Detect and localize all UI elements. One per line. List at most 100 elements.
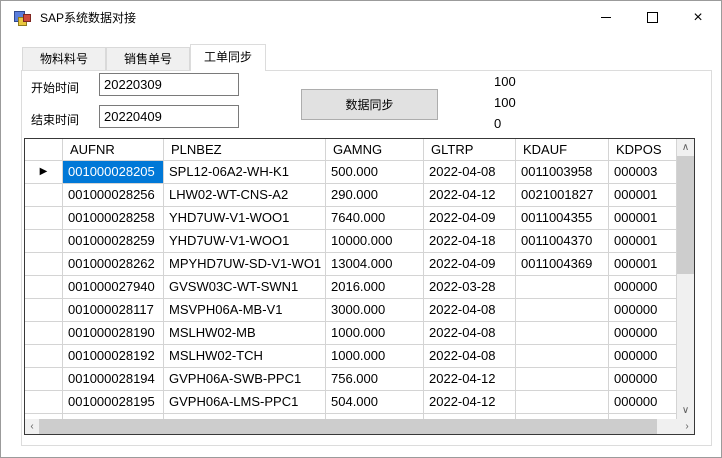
cell-kdpos[interactable]: 000000 — [609, 299, 677, 322]
cell-gamng[interactable]: 13004.000 — [326, 253, 424, 276]
maximize-button[interactable] — [629, 2, 675, 33]
cell-gamng[interactable]: 756.000 — [326, 368, 424, 391]
cell-kdauf[interactable]: 0011004369 — [516, 253, 609, 276]
tab-material-number[interactable]: 物料料号 — [22, 47, 106, 70]
cell-kdauf[interactable] — [516, 276, 609, 299]
row-header[interactable] — [25, 368, 63, 391]
cell-aufnr[interactable]: 001000028259 — [63, 230, 164, 253]
cell-gltrp[interactable]: 2022-04-09 — [424, 207, 516, 230]
cell-kdpos[interactable]: 000000 — [609, 345, 677, 368]
cell-kdpos[interactable]: 000003 — [609, 161, 677, 184]
cell-kdpos[interactable]: 000000 — [609, 391, 677, 414]
close-button[interactable]: × — [675, 2, 721, 33]
cell-gltrp[interactable]: 2022-04-08 — [424, 322, 516, 345]
grid-corner-cell[interactable] — [25, 139, 63, 161]
column-header-gltrp[interactable]: GLTRP — [424, 139, 516, 161]
column-header-kdauf[interactable]: KDAUF — [516, 139, 609, 161]
row-header[interactable] — [25, 184, 63, 207]
cell-gltrp[interactable]: 2022-04-09 — [424, 253, 516, 276]
cell-kdpos[interactable]: 000000 — [609, 276, 677, 299]
cell-kdpos[interactable]: 000000 — [609, 368, 677, 391]
cell-kdauf[interactable] — [516, 345, 609, 368]
scroll-left-button[interactable]: ‹ — [25, 419, 39, 434]
cell-gamng[interactable]: 500.000 — [326, 161, 424, 184]
cell-plnbez[interactable]: GVPH06A-SWB-PPC1 — [164, 368, 326, 391]
cell-gamng[interactable]: 1000.000 — [326, 345, 424, 368]
cell-gamng[interactable]: 2016.000 — [326, 276, 424, 299]
tab-sales-order[interactable]: 销售单号 — [106, 47, 190, 70]
scroll-right-button[interactable]: › — [680, 419, 694, 434]
cell-gltrp[interactable]: 2022-04-08 — [424, 299, 516, 322]
cell-kdauf[interactable] — [516, 391, 609, 414]
cell-aufnr[interactable]: 001000028117 — [63, 299, 164, 322]
cell-kdauf[interactable] — [516, 299, 609, 322]
cell-kdauf[interactable]: 0011003958 — [516, 161, 609, 184]
cell-kdauf[interactable]: 0011004370 — [516, 230, 609, 253]
scroll-down-button[interactable]: ∨ — [677, 402, 694, 419]
cell-plnbez[interactable]: LHW02-WT-CNS-A2 — [164, 184, 326, 207]
cell-gamng[interactable]: 504.000 — [326, 391, 424, 414]
cell-gamng[interactable]: 3000.000 — [326, 299, 424, 322]
vertical-scrollbar-thumb[interactable] — [677, 156, 694, 274]
cell-gltrp[interactable]: 2022-04-08 — [424, 161, 516, 184]
tab-work-order-sync[interactable]: 工单同步 — [190, 44, 266, 71]
cell-plnbez[interactable]: MPYHD7UW-SD-V1-WO1 — [164, 253, 326, 276]
cell-aufnr[interactable]: 001000028256 — [63, 184, 164, 207]
cell-gamng[interactable]: 7640.000 — [326, 207, 424, 230]
scroll-up-button[interactable]: ∧ — [677, 139, 694, 156]
cell-plnbez[interactable]: MSLHW02-MB — [164, 322, 326, 345]
column-header-plnbez[interactable]: PLNBEZ — [164, 139, 326, 161]
row-header[interactable] — [25, 230, 63, 253]
horizontal-scrollbar[interactable]: ‹ › — [25, 419, 694, 434]
row-header[interactable]: ▶ — [25, 161, 63, 184]
cell-kdauf[interactable] — [516, 368, 609, 391]
cell-kdauf[interactable]: 0021001827 — [516, 184, 609, 207]
cell-plnbez[interactable]: MSVPH06A-MB-V1 — [164, 299, 326, 322]
cell-aufnr[interactable]: 001000028192 — [63, 345, 164, 368]
row-header[interactable] — [25, 322, 63, 345]
cell-gamng[interactable]: 1000.000 — [326, 322, 424, 345]
cell-aufnr[interactable]: 001000028262 — [63, 253, 164, 276]
cell-gamng[interactable]: 10000.000 — [326, 230, 424, 253]
cell-aufnr[interactable]: 001000028205 — [63, 161, 164, 184]
data-sync-button[interactable]: 数据同步 — [301, 89, 438, 120]
cell-kdpos[interactable]: 000001 — [609, 230, 677, 253]
minimize-button[interactable] — [583, 2, 629, 33]
cell-plnbez[interactable]: YHD7UW-V1-WOO1 — [164, 207, 326, 230]
column-header-gamng[interactable]: GAMNG — [326, 139, 424, 161]
row-header[interactable] — [25, 345, 63, 368]
cell-plnbez[interactable]: GVSW03C-WT-SWN1 — [164, 276, 326, 299]
end-time-input[interactable] — [99, 105, 239, 128]
column-header-kdpos[interactable]: KDPOS — [609, 139, 677, 161]
cell-aufnr[interactable]: 001000028190 — [63, 322, 164, 345]
cell-plnbez[interactable]: MSLHW02-TCH — [164, 345, 326, 368]
cell-kdauf[interactable] — [516, 322, 609, 345]
horizontal-scrollbar-thumb[interactable] — [39, 419, 657, 434]
cell-kdpos[interactable]: 000000 — [609, 322, 677, 345]
row-header[interactable] — [25, 391, 63, 414]
cell-plnbez[interactable]: YHD7UW-V1-WOO1 — [164, 230, 326, 253]
cell-gltrp[interactable]: 2022-03-28 — [424, 276, 516, 299]
cell-aufnr[interactable]: 001000028194 — [63, 368, 164, 391]
row-header[interactable] — [25, 207, 63, 230]
cell-gltrp[interactable]: 2022-04-12 — [424, 184, 516, 207]
cell-kdpos[interactable]: 000001 — [609, 253, 677, 276]
row-header[interactable] — [25, 276, 63, 299]
cell-plnbez[interactable]: SPL12-06A2-WH-K1 — [164, 161, 326, 184]
column-header-aufnr[interactable]: AUFNR — [63, 139, 164, 161]
cell-gltrp[interactable]: 2022-04-12 — [424, 368, 516, 391]
vertical-scrollbar[interactable]: ∧ ∨ — [677, 139, 694, 419]
cell-kdpos[interactable]: 000001 — [609, 207, 677, 230]
cell-gamng[interactable]: 290.000 — [326, 184, 424, 207]
cell-gltrp[interactable]: 2022-04-18 — [424, 230, 516, 253]
cell-gltrp[interactable]: 2022-04-12 — [424, 391, 516, 414]
cell-plnbez[interactable]: GVPH06A-LMS-PPC1 — [164, 391, 326, 414]
cell-aufnr[interactable]: 001000027940 — [63, 276, 164, 299]
row-header[interactable] — [25, 299, 63, 322]
cell-kdauf[interactable]: 0011004355 — [516, 207, 609, 230]
cell-gltrp[interactable]: 2022-04-08 — [424, 345, 516, 368]
row-header[interactable] — [25, 253, 63, 276]
cell-kdpos[interactable]: 000001 — [609, 184, 677, 207]
cell-aufnr[interactable]: 001000028195 — [63, 391, 164, 414]
start-time-input[interactable] — [99, 73, 239, 96]
